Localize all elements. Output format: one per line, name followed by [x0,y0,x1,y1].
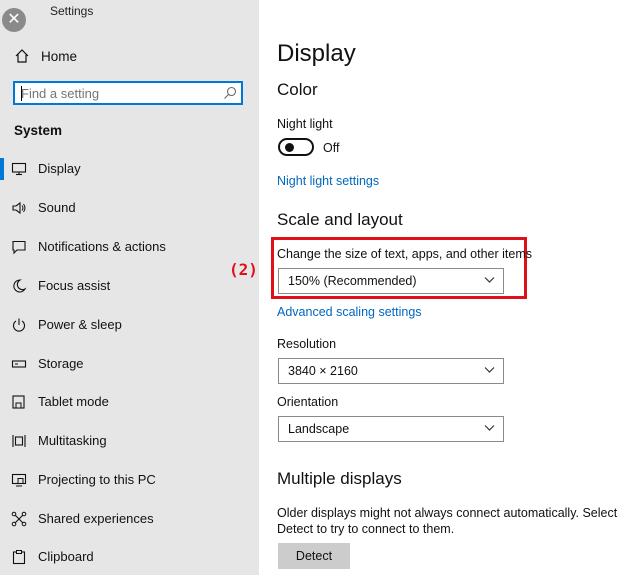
toggle-knob [285,143,294,152]
sidebar-item-label: Storage [38,356,84,371]
sidebar-item-notifications[interactable]: Notifications & actions [0,236,259,258]
multiple-displays-text-line2: Detect to try to connect to them. [277,522,455,536]
page-title: Display [277,40,356,67]
shared-experiences-icon [11,511,27,527]
sidebar-item-label: Notifications & actions [38,239,166,254]
chevron-down-icon [484,367,495,373]
monitor-icon [11,162,27,176]
color-heading: Color [277,80,318,99]
sidebar-item-sound[interactable]: Sound [0,197,259,219]
selection-indicator [0,158,4,180]
search-icon[interactable] [222,85,238,101]
notification-icon [12,240,26,255]
sidebar: ✕ Settings Home System Display Sound Not… [0,0,259,575]
sidebar-item-power-sleep[interactable]: Power & sleep [0,314,259,336]
night-light-settings-link[interactable]: Night light settings [277,174,379,188]
scale-dropdown[interactable]: 150% (Recommended) [278,268,504,294]
sidebar-item-label: Power & sleep [38,317,122,332]
sidebar-item-shared-experiences[interactable]: Shared experiences [0,508,259,530]
close-icon: ✕ [7,11,21,28]
window-title: Settings [50,4,94,18]
sidebar-item-clipboard[interactable]: Clipboard [0,546,259,568]
resolution-dropdown[interactable]: 3840 × 2160 [278,358,504,384]
sidebar-item-label: Multitasking [38,433,107,448]
multiple-displays-heading: Multiple displays [277,469,402,488]
resolution-label: Resolution [277,337,337,351]
sidebar-item-multitasking[interactable]: Multitasking [0,430,259,452]
sidebar-item-label: Display [38,161,81,176]
multitasking-icon [12,435,26,447]
multiple-displays-text-line1: Older displays might not always connect … [277,506,618,520]
sidebar-item-tablet-mode[interactable]: Tablet mode [0,391,259,413]
home-icon [14,48,30,64]
main-content: Display Color Night light Off Night ligh… [259,0,633,575]
orientation-label: Orientation [277,395,339,409]
night-light-toggle[interactable] [278,138,314,156]
chevron-down-icon [484,425,495,431]
scale-value: 150% (Recommended) [288,274,417,288]
scale-layout-heading: Scale and layout [277,210,403,229]
orientation-dropdown[interactable]: Landscape [278,416,504,442]
orientation-value: Landscape [288,422,350,436]
close-button[interactable]: ✕ [2,8,26,32]
power-icon [12,318,26,332]
sidebar-item-focus-assist[interactable]: Focus assist [0,275,259,297]
sidebar-item-home[interactable]: Home [14,46,77,66]
chevron-down-icon [484,277,495,283]
moon-icon [13,279,27,293]
sidebar-item-label: Focus assist [38,278,111,293]
sidebar-item-display[interactable]: Display [0,158,259,180]
section-label: System [14,123,63,138]
sidebar-item-projecting[interactable]: Projecting to this PC [0,469,259,491]
sidebar-item-label: Tablet mode [38,394,109,409]
search-input[interactable] [21,85,221,101]
clipboard-icon [12,550,26,565]
detect-button[interactable]: Detect [278,543,350,569]
annotation-callout: (2) [229,260,258,279]
sidebar-item-label: Projecting to this PC [38,472,156,487]
storage-icon [11,360,27,368]
night-light-label: Night light [277,117,333,131]
search-box[interactable] [13,81,243,105]
speaker-icon [12,201,26,215]
sidebar-item-label: Clipboard [38,549,94,564]
night-light-state: Off [323,141,340,155]
sidebar-item-label: Home [41,48,78,64]
sidebar-item-storage[interactable]: Storage [0,353,259,375]
resolution-value: 3840 × 2160 [288,364,358,378]
sidebar-item-label: Sound [38,200,76,215]
tablet-icon [12,395,25,409]
advanced-scaling-link[interactable]: Advanced scaling settings [277,305,422,319]
projecting-icon [11,473,27,487]
scale-label: Change the size of text, apps, and other… [277,247,533,261]
sidebar-item-label: Shared experiences [38,511,154,526]
